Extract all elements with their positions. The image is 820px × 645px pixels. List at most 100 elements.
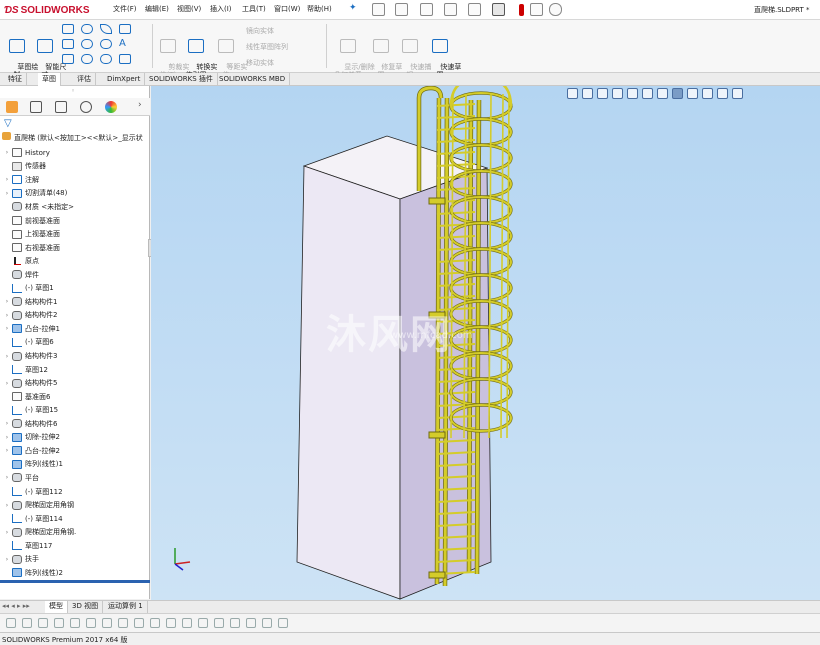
expand-chevron-icon[interactable]: ›: [2, 420, 12, 427]
select-arrow-icon[interactable]: [492, 3, 505, 16]
expand-chevron-icon[interactable]: ›: [2, 502, 12, 509]
expand-chevron-icon[interactable]: ›: [2, 298, 12, 305]
sketch-tool-icon[interactable]: [102, 618, 112, 628]
tree-item[interactable]: › 结构构件6: [2, 417, 57, 431]
tab-sketch[interactable]: 草图: [38, 73, 61, 86]
tree-item[interactable]: (-) 草图112: [2, 485, 63, 499]
feature-manager-icon[interactable]: [6, 101, 18, 113]
tree-item[interactable]: › 结构构件3: [2, 349, 57, 363]
sketch-tool-icon[interactable]: [278, 618, 288, 628]
tree-item[interactable]: 草图117: [2, 539, 52, 553]
dimxpert-manager-icon[interactable]: [80, 101, 92, 113]
graphics-viewport[interactable]: 沐风网 www.mfcad.com: [151, 86, 820, 600]
tree-item[interactable]: › 爬梯固定用角钢.: [2, 525, 76, 539]
tree-item[interactable]: (-) 草图6: [2, 336, 54, 350]
tree-item[interactable]: 草图12: [2, 363, 48, 377]
tree-item[interactable]: 上视基准面: [2, 227, 60, 241]
tab-dimxpert[interactable]: DimXpert: [103, 73, 146, 86]
sketch-tool-icon[interactable]: [262, 618, 272, 628]
tree-item[interactable]: › 凸台-拉伸2: [2, 444, 60, 458]
text-icon[interactable]: A: [119, 39, 131, 49]
tree-item[interactable]: › 结构构件5: [2, 376, 57, 390]
sketch-tool-icon[interactable]: [198, 618, 208, 628]
panel-grip-icon[interactable]: ◦: [71, 87, 75, 95]
save-icon[interactable]: [420, 3, 433, 16]
tree-item[interactable]: 原点: [2, 254, 39, 268]
expand-chevron-icon[interactable]: ›: [2, 380, 12, 387]
sketch-grid-icon[interactable]: [119, 24, 131, 34]
tree-item[interactable]: 传感器: [2, 160, 46, 174]
panel-scrollbar[interactable]: [0, 580, 150, 583]
expand-chevron-icon[interactable]: ›: [2, 447, 12, 454]
tab-evaluate[interactable]: 评估: [73, 73, 96, 86]
sketch-tool-icon[interactable]: [182, 618, 192, 628]
tree-item[interactable]: › 注解: [2, 173, 39, 187]
tree-item[interactable]: 基准面6: [2, 390, 50, 404]
tree-item[interactable]: › 切除-拉伸2: [2, 431, 60, 445]
tab-scroll-arrows-icon[interactable]: ◂◂ ◂ ▸ ▸▸: [2, 602, 30, 610]
file-properties-icon[interactable]: [530, 3, 543, 16]
print-icon[interactable]: [444, 3, 457, 16]
menu-view[interactable]: 视图(V): [177, 4, 201, 14]
tree-item[interactable]: › History: [2, 146, 50, 160]
sketch-tool-icon[interactable]: [70, 618, 80, 628]
ellipse-icon[interactable]: [100, 39, 112, 49]
expand-chevron-icon[interactable]: ›: [2, 149, 12, 156]
point-icon[interactable]: [81, 54, 93, 64]
sketch-tool-icon[interactable]: [22, 618, 32, 628]
tree-item[interactable]: 阵列(线性)1: [2, 458, 63, 472]
tree-item[interactable]: 焊件: [2, 268, 39, 282]
rectangle-icon[interactable]: [62, 39, 74, 49]
options-gear-icon[interactable]: [549, 3, 562, 16]
menu-edit[interactable]: 编辑(E): [145, 4, 169, 14]
display-manager-icon[interactable]: [105, 101, 117, 113]
tree-item[interactable]: (-) 草图15: [2, 403, 58, 417]
tree-item[interactable]: › 切割清单(48): [2, 187, 67, 201]
move-entities-button[interactable]: 移动实体: [246, 58, 274, 68]
tab-addins[interactable]: SOLIDWORKS 插件: [145, 73, 218, 86]
sketch-tool-icon[interactable]: [54, 618, 64, 628]
arc-icon[interactable]: [81, 39, 93, 49]
tab-features[interactable]: 特征: [4, 73, 27, 86]
pin-icon[interactable]: ✦: [349, 3, 357, 13]
open-icon[interactable]: [395, 3, 408, 16]
tab-3d-view[interactable]: 3D 视图: [68, 601, 104, 613]
sketch-tool-icon[interactable]: [150, 618, 160, 628]
tree-item[interactable]: 前视基准面: [2, 214, 60, 228]
new-icon[interactable]: [372, 3, 385, 16]
tree-item[interactable]: (-) 草图1: [2, 282, 54, 296]
plane-icon[interactable]: [119, 54, 131, 64]
solidworks-logo[interactable]: ƊS SOLIDWORKS: [4, 2, 90, 18]
sketch-tool-icon[interactable]: [86, 618, 96, 628]
tree-item[interactable]: › 结构构件1: [2, 295, 57, 309]
expand-chevron-icon[interactable]: ›: [2, 353, 12, 360]
sketch-tool-icon[interactable]: [230, 618, 240, 628]
sketch-tool-icon[interactable]: [214, 618, 224, 628]
menu-help[interactable]: 帮助(H): [307, 4, 332, 14]
sketch-tool-icon[interactable]: [246, 618, 256, 628]
expand-chevron-icon[interactable]: ›: [2, 529, 12, 536]
sketch-tool-icon[interactable]: [118, 618, 128, 628]
sketch-tool-icon[interactable]: [38, 618, 48, 628]
undo-icon[interactable]: [468, 3, 481, 16]
property-manager-icon[interactable]: [30, 101, 42, 113]
expand-chevron-icon[interactable]: ›: [2, 434, 12, 441]
slot-icon[interactable]: [62, 54, 74, 64]
menu-tools[interactable]: 工具(T): [242, 4, 266, 14]
expand-chevron-icon[interactable]: ›: [2, 312, 12, 319]
tree-item[interactable]: › 扶手: [2, 553, 39, 567]
circle-icon[interactable]: [81, 24, 93, 34]
tab-motion-study[interactable]: 运动算例 1: [104, 601, 148, 613]
tree-item[interactable]: › 结构构件2: [2, 309, 57, 323]
menu-insert[interactable]: 插入(I): [210, 4, 232, 14]
filter-icon[interactable]: ▽: [4, 118, 12, 129]
linear-pattern-button[interactable]: 线性草图阵列: [246, 42, 288, 52]
sketch-tool-icon[interactable]: [6, 618, 16, 628]
rebuild-icon[interactable]: [519, 4, 524, 16]
tree-item[interactable]: 材质 <未指定>: [2, 200, 74, 214]
tree-item[interactable]: (-) 草图114: [2, 512, 63, 526]
menu-window[interactable]: 窗口(W): [274, 4, 300, 14]
mirror-entities-button[interactable]: 镜向实体: [246, 26, 274, 36]
line-icon[interactable]: [62, 24, 74, 34]
menu-file[interactable]: 文件(F): [113, 4, 137, 14]
